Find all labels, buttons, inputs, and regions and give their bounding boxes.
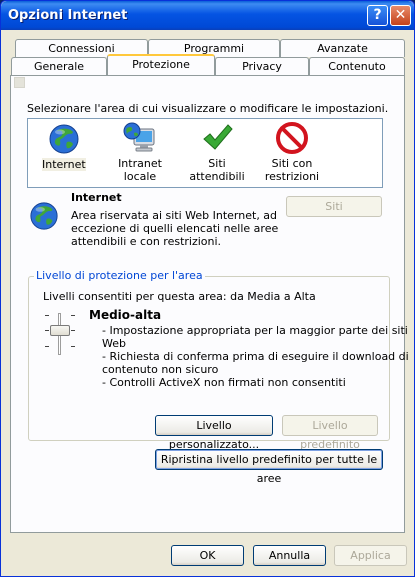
zone-info-desc-2: eccezione di quelli elencati nelle aree bbox=[71, 222, 279, 235]
apply-button[interactable]: Applica bbox=[334, 545, 407, 566]
zone-label-restricted-2: restrizioni bbox=[264, 170, 320, 183]
level-bullet: - Impostazione appropriata per la maggio… bbox=[102, 324, 408, 337]
tab-generale[interactable]: Generale bbox=[11, 57, 107, 75]
close-button[interactable]: ✕ bbox=[390, 5, 411, 26]
check-icon bbox=[203, 124, 233, 150]
slider-tick bbox=[45, 330, 49, 331]
zone-info-desc-1: Area riservata ai siti Web Internet, ad bbox=[71, 209, 278, 222]
globe-icon bbox=[49, 124, 79, 154]
cancel-button[interactable]: Annulla bbox=[253, 545, 326, 566]
level-bullet: Web bbox=[102, 337, 126, 350]
panel-corner-mark bbox=[14, 77, 25, 88]
level-name: Medio-alta bbox=[89, 308, 162, 322]
slider-tick bbox=[45, 315, 49, 316]
slider-tick bbox=[45, 346, 49, 347]
tab-privacy[interactable]: Privacy bbox=[215, 57, 309, 75]
ok-button[interactable]: OK bbox=[171, 545, 244, 566]
sites-button[interactable]: Siti bbox=[286, 196, 382, 217]
custom-level-button[interactable]: Livello personalizzato... bbox=[155, 415, 273, 451]
zone-internet[interactable]: Internet bbox=[42, 123, 86, 171]
tab-protezione[interactable]: Protezione bbox=[107, 54, 215, 75]
computer-globe-icon bbox=[123, 122, 155, 152]
globe-icon bbox=[30, 202, 58, 230]
allowed-levels-text: Livelli consentiti per questa area: da M… bbox=[43, 290, 316, 303]
zone-label-trusted: Siti attendibili bbox=[189, 157, 245, 183]
zone-intranet[interactable]: Intranet locale bbox=[104, 121, 176, 183]
zone-restricted-sites[interactable]: Siti con restrizioni bbox=[260, 121, 324, 183]
title-bar[interactable]: Opzioni Internet ? ✕ bbox=[1, 1, 414, 30]
help-button[interactable]: ? bbox=[367, 5, 388, 26]
zone-info-title: Internet bbox=[71, 191, 122, 204]
reset-all-zones-button[interactable]: Ripristina livello predefinito per tutte… bbox=[155, 449, 383, 485]
level-bullet: contenuto non sicuro bbox=[102, 363, 219, 376]
level-bullet: - Richiesta di conferma prima di eseguir… bbox=[102, 350, 409, 363]
internet-options-dialog: Opzioni Internet ? ✕ Connessioni Program… bbox=[0, 0, 415, 577]
security-group-label: Livello di protezione per l'area bbox=[34, 269, 205, 282]
slider-tick bbox=[71, 346, 75, 347]
zone-label-intranet: Intranet locale bbox=[118, 157, 162, 183]
security-slider-thumb[interactable] bbox=[50, 325, 70, 336]
zone-trusted-sites[interactable]: Siti attendibili bbox=[184, 121, 250, 183]
zone-label-restricted-1: Siti con bbox=[271, 157, 313, 170]
tab-contenuto[interactable]: Contenuto bbox=[309, 57, 405, 75]
window-title: Opzioni Internet bbox=[8, 8, 128, 23]
zone-info-desc-3: attendibili e con restrizioni. bbox=[71, 235, 222, 248]
default-level-button[interactable]: Livello predefinito bbox=[282, 415, 378, 451]
slider-tick bbox=[71, 330, 75, 331]
zone-label-internet: Internet bbox=[42, 158, 86, 171]
tab-avanzate[interactable]: Avanzate bbox=[280, 39, 405, 57]
slider-tick bbox=[71, 315, 75, 316]
no-entry-icon bbox=[276, 122, 308, 154]
level-bullet: - Controlli ActiveX non firmati non cons… bbox=[102, 376, 346, 389]
zone-list: Internet Intranet locale Siti attendibil… bbox=[27, 118, 383, 188]
zone-instruction: Selezionare l'area di cui visualizzare o… bbox=[27, 102, 389, 115]
